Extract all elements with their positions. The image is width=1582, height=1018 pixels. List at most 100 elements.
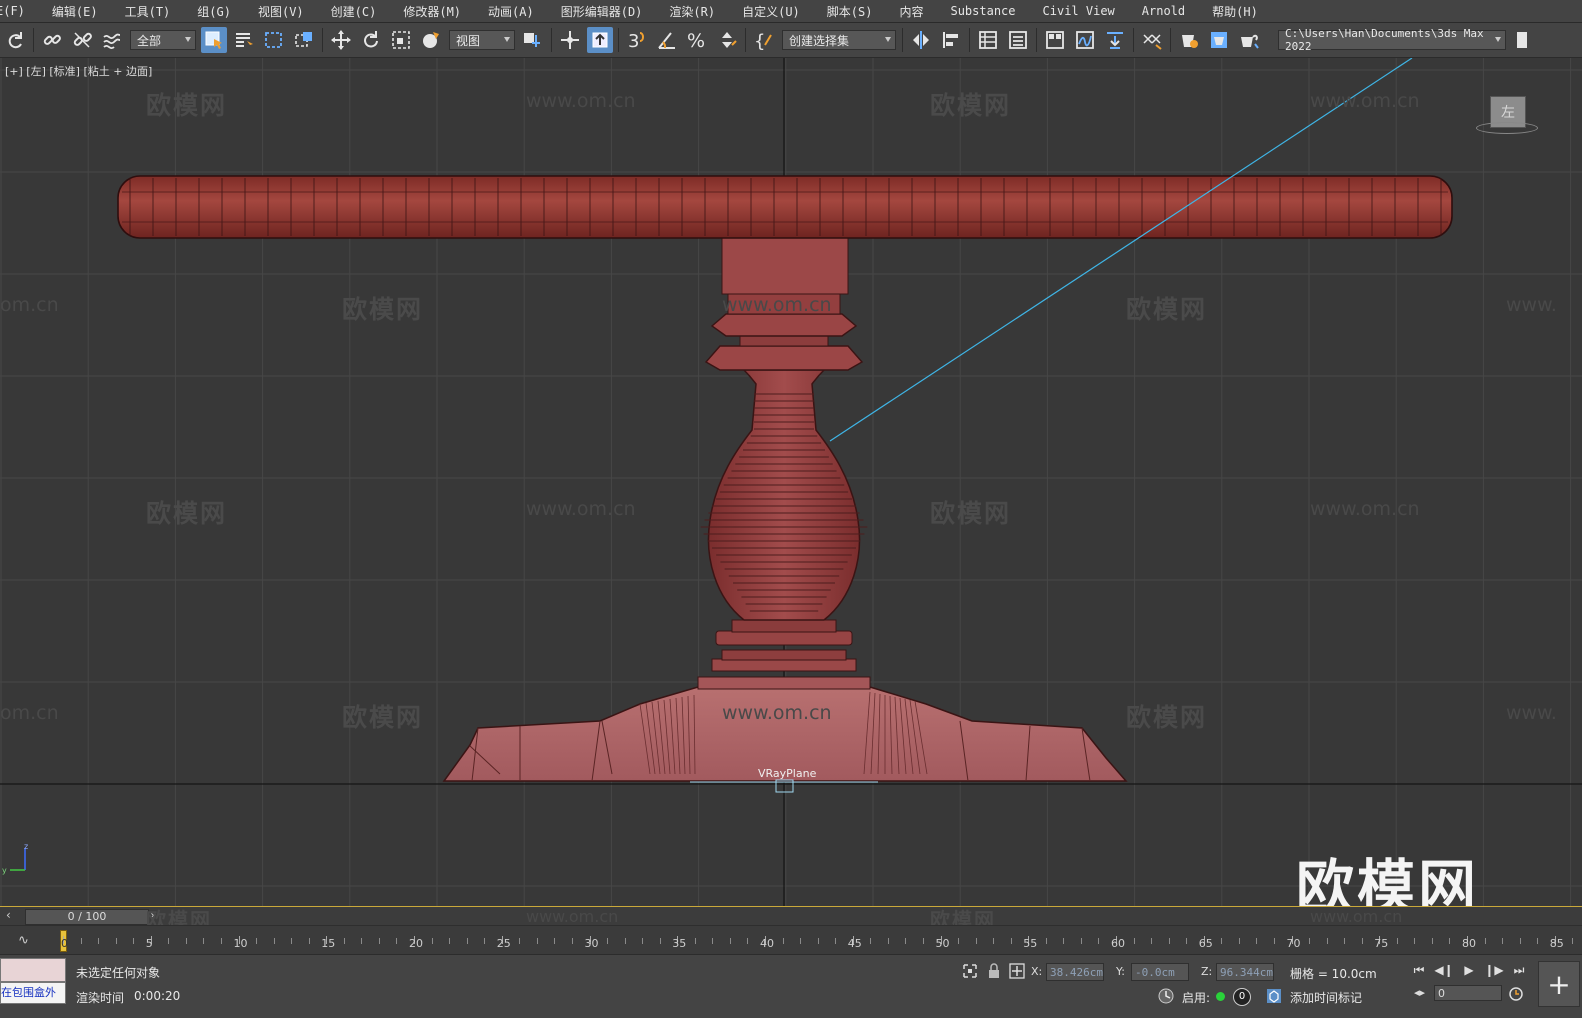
y-coordinate-field[interactable]: -0.0cm [1131,963,1189,981]
link-icon[interactable] [39,27,65,53]
z-coordinate-field[interactable]: 96.344cm [1216,963,1274,981]
render-setup-icon[interactable] [1176,27,1202,53]
menu-item[interactable]: 脚本(S) [813,3,886,20]
rotate-icon[interactable] [358,27,384,53]
ruler-label: 25 [496,937,511,950]
selection-lock-icon[interactable] [986,963,1002,979]
viewcube-compass[interactable] [1476,122,1538,134]
ruler-tick [396,938,398,944]
curve-editor-icon[interactable] [1072,27,1098,53]
absolute-relative-transform-icon[interactable] [1009,963,1025,979]
snap-toggle-icon[interactable]: 3 [624,27,650,53]
menu-item[interactable]: 渲染(R) [655,3,728,20]
watermark: www.om.cn [1310,498,1420,520]
ruler-tick [1186,938,1188,944]
rendered-frame-window-icon[interactable] [1206,27,1232,53]
named-selection-dropdown[interactable]: 创建选择集 [782,30,896,50]
menu-item[interactable]: 编辑(E) [38,3,111,20]
scale-icon[interactable] [388,27,414,53]
menu-item[interactable]: 组(G) [183,3,244,20]
material-editor-icon[interactable] [1139,27,1165,53]
reference-coordinate-dropdown[interactable]: 视图 [449,30,515,50]
viewport-left[interactable]: z y [+] [左] [标准] [粘土 + 边面] 左 VRayPlane 欧… [0,58,1582,906]
watermark: www.om.cn [1310,907,1403,926]
render-production-icon[interactable] [1236,27,1262,53]
menu-item[interactable]: Arnold [1128,4,1198,18]
window-crossing-icon[interactable] [291,27,317,53]
project-folder-dropdown[interactable]: C:\Users\Han\Documents\3ds Max 2022 [1278,27,1506,53]
add-time-tag[interactable]: 添加时间标记 [1290,989,1362,1006]
spinner-snap-icon[interactable] [714,27,740,53]
layer-explorer-icon[interactable] [1005,27,1031,53]
ruler-tick [1449,938,1451,944]
rect-region-icon[interactable] [261,27,287,53]
select-object-icon[interactable] [201,27,227,53]
menu-item[interactable]: Substance [936,4,1028,18]
angle-snap-icon[interactable] [654,27,680,53]
create-panel-plus-icon[interactable]: + [1538,961,1580,1007]
menu-item[interactable]: 修改器(M) [389,3,474,20]
menu-item[interactable]: 创建(C) [317,3,390,20]
isolate-selection-icon[interactable] [962,963,978,979]
select-manipulate-icon[interactable] [557,27,583,53]
toggle-ribbon-icon[interactable] [1042,27,1068,53]
go-to-end-icon[interactable]: ⏭ [1508,960,1530,980]
menu-item[interactable]: 工具(T) [111,3,184,20]
edit-named-selection-icon[interactable]: { [751,27,777,53]
play-icon[interactable]: ▶ [1458,960,1480,980]
adaptive-degradation-icon[interactable] [1158,988,1174,1004]
ruler-tick [817,938,819,944]
render-time-value: 0:00:20 [134,989,181,1003]
current-frame-field[interactable]: 0 [1434,985,1502,1001]
x-coordinate-field[interactable]: 38.426cm [1046,963,1104,981]
pivot-center-icon[interactable] [520,27,546,53]
mirror-icon[interactable] [908,27,934,53]
selection-filter-dropdown[interactable]: 全部 [130,30,196,50]
lower-neck [731,619,837,633]
time-slider[interactable]: 0 / 100 [25,909,149,925]
separator [969,28,970,52]
menu-item[interactable]: E(F) [0,4,38,18]
time-tag-icon[interactable] [1266,988,1282,1004]
schematic-view-icon[interactable] [1102,27,1128,53]
menu-item[interactable]: 帮助(H) [1198,3,1271,20]
maxscript-listener-swatch[interactable] [0,958,66,982]
project-icon[interactable] [1511,27,1537,53]
align-icon[interactable] [938,27,964,53]
menu-item[interactable]: 动画(A) [474,3,547,20]
menu-item[interactable]: 视图(V) [244,3,317,20]
move-icon[interactable] [328,27,354,53]
brand-watermark: 欧模网 [1296,853,1480,906]
maxscript-mini-listener[interactable]: 在包围盒外 [0,982,66,1004]
scene-explorer-icon[interactable] [975,27,1001,53]
menu-item[interactable]: 自定义(U) [728,3,813,20]
menu-item[interactable]: 内容 [885,3,936,20]
viewport-label[interactable]: [+] [左] [标准] [粘土 + 边面] [5,63,152,79]
keyboard-shortcut-override-icon[interactable] [587,27,613,53]
ruler-tick [1168,938,1170,944]
go-to-start-icon[interactable]: ⏮ [1408,960,1430,980]
menu-item[interactable]: Civil View [1029,4,1128,18]
percent-snap-icon[interactable]: % [684,27,710,53]
ruler-label: 55 [1023,937,1038,950]
ruler-tick [782,938,784,944]
separator [322,28,323,52]
time-configuration-icon[interactable] [1508,986,1524,1002]
redo-icon[interactable] [2,27,28,53]
bind-space-warp-icon[interactable] [99,27,125,53]
key-mode-icon[interactable]: ◂▸ [1414,986,1425,999]
ruler-label: 5 [145,937,153,950]
prev-frame-icon[interactable]: ‹ [6,908,22,924]
next-key-icon[interactable]: ❙▶ [1483,960,1505,980]
place-icon[interactable] [418,27,444,53]
menu-item[interactable]: 图形编辑器(D) [547,3,656,20]
previous-key-icon[interactable]: ◀❙ [1433,960,1455,980]
track-bar[interactable]: ∿ 5 10 15 20 25 30 35 40 45 50 55 60 65 70 75 80 85 0 [0,925,1582,954]
select-by-name-icon[interactable] [231,27,257,53]
unlink-icon[interactable] [69,27,95,53]
counter-badge[interactable]: 0 [1233,988,1251,1006]
ruler-label: 0 [61,937,68,950]
mini-curve-editor-icon[interactable]: ∿ [18,933,29,948]
watermark: 欧模网 [342,703,424,732]
ruler-label: 65 [1198,937,1213,950]
